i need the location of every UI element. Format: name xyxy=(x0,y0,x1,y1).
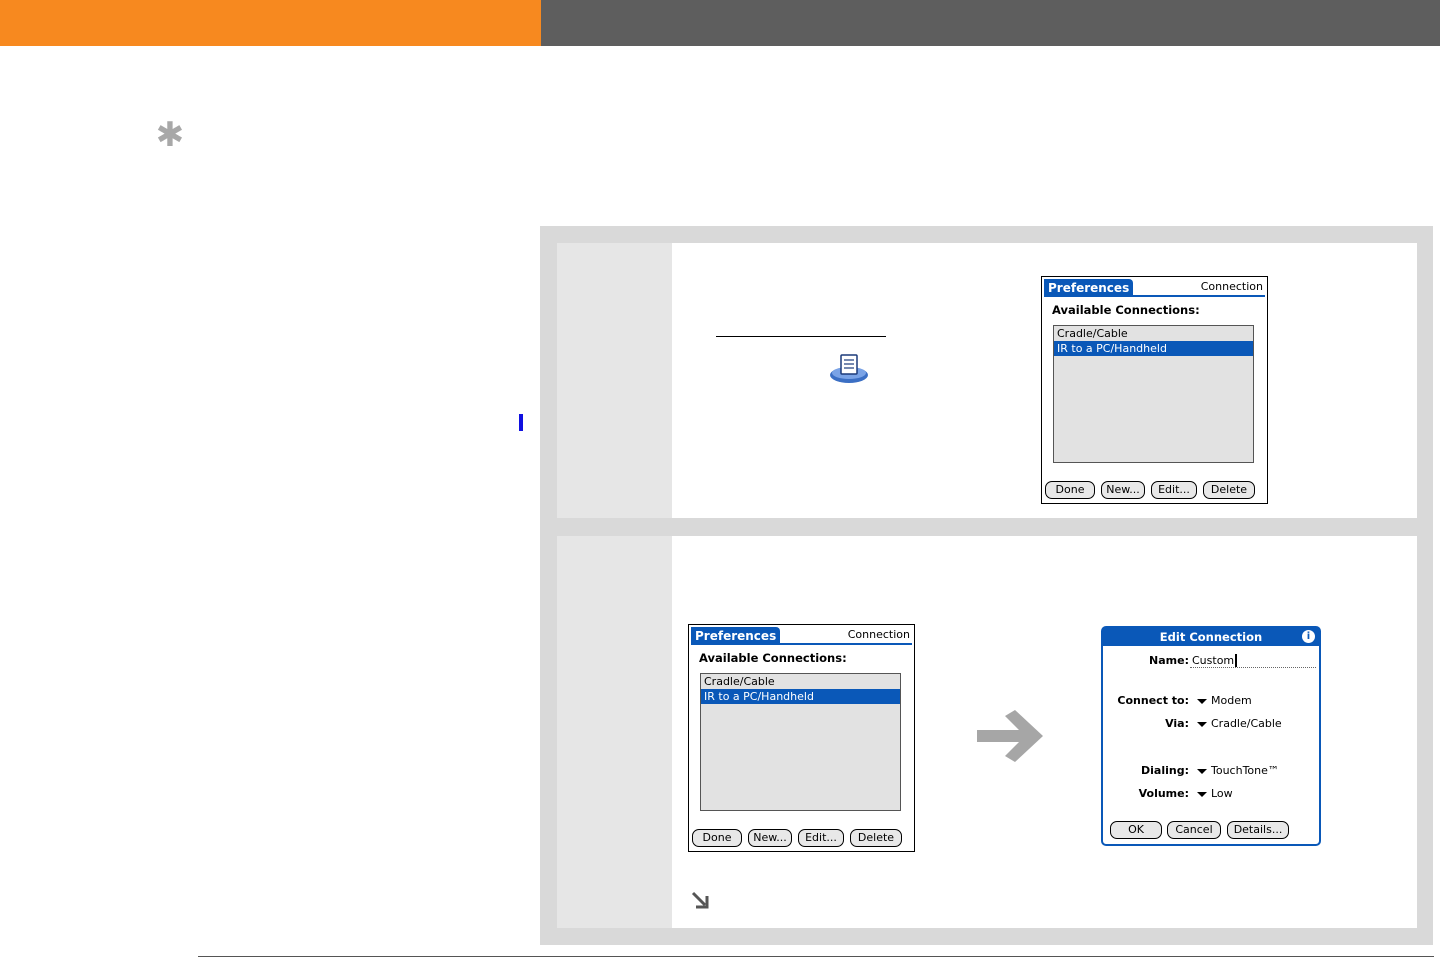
screen-titlebar: Preferences Connection xyxy=(691,627,912,645)
dropdown-triangle-icon[interactable] xyxy=(1197,792,1207,797)
right-arrow-icon xyxy=(977,710,1043,762)
connection-prefs-screen-step1: Preferences Connection Available Connect… xyxy=(1041,276,1268,504)
info-icon[interactable]: i xyxy=(1302,630,1315,643)
via-value[interactable]: Cradle/Cable xyxy=(1211,717,1282,730)
delete-button[interactable]: Delete xyxy=(1203,481,1255,499)
screen-titlebar: Preferences Connection xyxy=(1044,279,1265,297)
edit-button[interactable]: Edit... xyxy=(798,829,844,847)
step-2-number-column xyxy=(557,536,672,928)
screen-title[interactable]: Preferences xyxy=(1044,279,1134,297)
header-bar-right xyxy=(541,0,1440,46)
dialog-title: Edit Connection xyxy=(1103,628,1319,646)
name-field[interactable]: Custom xyxy=(1192,654,1234,667)
delete-button[interactable]: Delete xyxy=(850,829,902,847)
edit-connection-dialog: Edit Connection i Name: Custom Connect t… xyxy=(1101,626,1321,846)
screen-panel-name[interactable]: Connection xyxy=(848,628,910,642)
link-marker xyxy=(519,414,523,431)
screen-title[interactable]: Preferences xyxy=(691,627,781,645)
step-1-number-column xyxy=(557,243,672,518)
ok-button[interactable]: OK xyxy=(1110,821,1162,839)
list-item-selected[interactable]: IR to a PC/Handheld xyxy=(701,689,900,704)
name-field-underline xyxy=(1190,667,1316,668)
cancel-button[interactable]: Cancel xyxy=(1167,821,1221,839)
connection-prefs-screen-step2: Preferences Connection Available Connect… xyxy=(688,624,915,852)
prefs-app-icon[interactable] xyxy=(828,352,870,384)
dropdown-triangle-icon[interactable] xyxy=(1197,699,1207,704)
new-button[interactable]: New... xyxy=(1101,481,1145,499)
link-underline[interactable] xyxy=(716,336,886,337)
list-item[interactable]: Cradle/Cable xyxy=(1054,326,1253,341)
list-item[interactable]: Cradle/Cable xyxy=(701,674,900,689)
list-heading: Available Connections: xyxy=(1052,303,1200,317)
dropdown-triangle-icon[interactable] xyxy=(1197,769,1207,774)
done-button[interactable]: Done xyxy=(1045,481,1095,499)
via-label: Via: xyxy=(1165,717,1189,730)
new-button[interactable]: New... xyxy=(748,829,792,847)
list-item-selected[interactable]: IR to a PC/Handheld xyxy=(1054,341,1253,356)
text-cursor xyxy=(1235,654,1237,667)
edit-button[interactable]: Edit... xyxy=(1151,481,1197,499)
connections-list[interactable]: Cradle/Cable IR to a PC/Handheld xyxy=(1053,325,1254,463)
dropdown-triangle-icon[interactable] xyxy=(1197,722,1207,727)
name-label: Name: xyxy=(1149,654,1189,667)
dialing-label: Dialing: xyxy=(1141,764,1189,777)
continue-arrow-icon xyxy=(691,891,709,909)
connections-list[interactable]: Cradle/Cable IR to a PC/Handheld xyxy=(700,673,901,811)
screen-buttons: Done New... Edit... Delete xyxy=(691,829,912,848)
connect-to-value[interactable]: Modem xyxy=(1211,694,1252,707)
connect-to-label: Connect to: xyxy=(1117,694,1189,707)
asterisk-tip-icon: ✱ xyxy=(155,115,185,155)
done-button[interactable]: Done xyxy=(692,829,742,847)
list-heading: Available Connections: xyxy=(699,651,847,665)
screen-buttons: Done New... Edit... Delete xyxy=(1044,481,1265,500)
dialing-value[interactable]: TouchTone™ xyxy=(1211,764,1279,777)
volume-label: Volume: xyxy=(1138,787,1189,800)
volume-value[interactable]: Low xyxy=(1211,787,1233,800)
header-bar-left xyxy=(0,0,541,46)
step-1-panel xyxy=(557,243,1417,518)
screen-panel-name[interactable]: Connection xyxy=(1201,280,1263,294)
footer-rule xyxy=(198,956,1434,957)
details-button[interactable]: Details... xyxy=(1227,821,1289,839)
